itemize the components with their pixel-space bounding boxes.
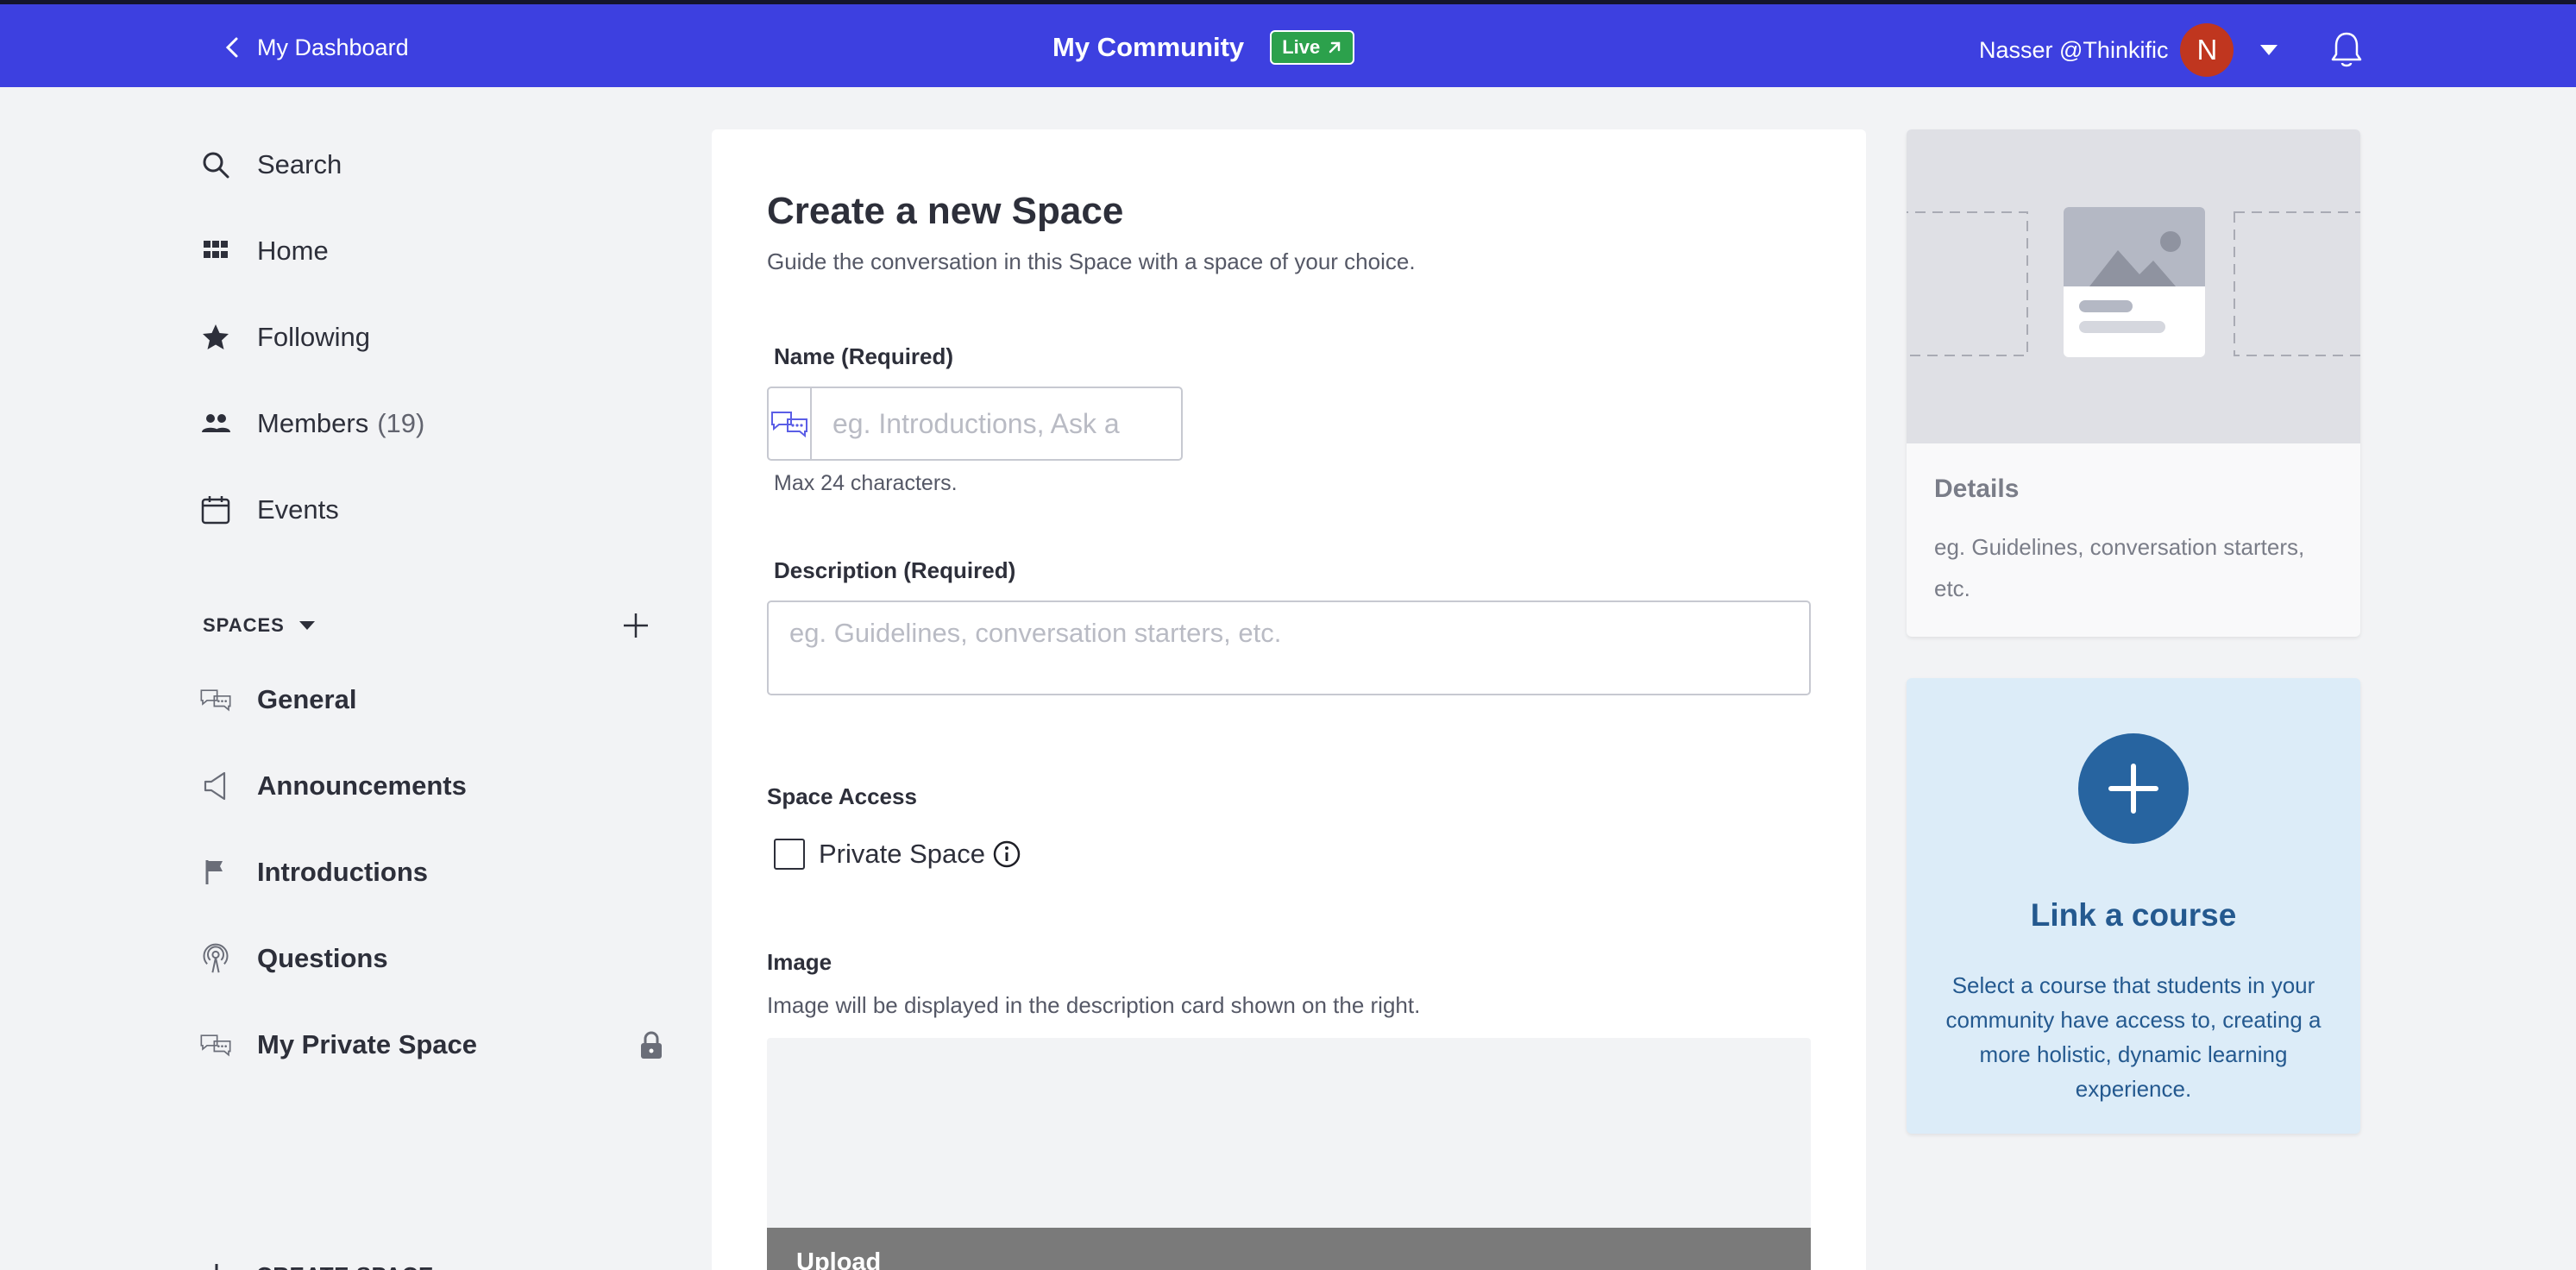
community-header: My Community Live xyxy=(1052,30,1355,65)
plus-icon xyxy=(215,1264,218,1270)
chat-bubbles-icon xyxy=(200,689,231,712)
grid-icon xyxy=(204,241,228,258)
page-title: Create a new Space xyxy=(767,190,1124,232)
sidebar-item-announcements[interactable]: Announcements xyxy=(198,764,664,808)
spaces-label: SPACES xyxy=(203,614,285,636)
chat-bubbles-icon xyxy=(200,1034,231,1057)
back-label: My Dashboard xyxy=(257,34,409,60)
page-subtitle: Guide the conversation in this Space wit… xyxy=(767,248,1416,274)
members-count: (19) xyxy=(377,408,425,438)
link-course-button[interactable] xyxy=(2078,733,2189,844)
community-title: My Community xyxy=(1052,32,1245,62)
sidebar-item-my-private-space[interactable]: My Private Space xyxy=(198,1023,664,1066)
description-input[interactable] xyxy=(767,600,1811,695)
flag-icon xyxy=(205,860,223,884)
sidebar-item-label: Search xyxy=(257,149,342,179)
preview-title: Details xyxy=(1934,475,2020,503)
live-badge[interactable]: Live xyxy=(1270,30,1355,65)
avatar[interactable]: N xyxy=(2180,23,2234,77)
sidebar-item-label: My Private Space xyxy=(257,1029,478,1059)
user-menu[interactable]: Nasser @Thinkific N xyxy=(1979,23,2363,77)
image-upload-area[interactable]: Upload xyxy=(767,1038,1811,1270)
description-label: Description (Required) xyxy=(774,557,1016,583)
image-label: Image xyxy=(767,949,832,975)
sidebar-item-questions[interactable]: Questions xyxy=(198,937,664,980)
external-arrow-icon xyxy=(1329,41,1341,53)
info-icon[interactable] xyxy=(992,839,1021,869)
top-bar: My Dashboard My Community Live Nasser @T… xyxy=(0,0,2576,87)
bell-icon[interactable] xyxy=(2330,30,2363,70)
broadcast-icon xyxy=(203,943,229,973)
space-access-label: Space Access xyxy=(767,783,917,809)
sidebar-item-label: Home xyxy=(257,236,329,266)
create-space-label: CREATE SPACE xyxy=(256,1262,434,1270)
upload-button[interactable]: Upload xyxy=(767,1228,1811,1270)
sidebar-item-label: Introductions xyxy=(257,857,429,887)
lock-icon xyxy=(641,1031,662,1059)
user-name: Nasser @Thinkific xyxy=(1979,36,2169,63)
preview-image-placeholder xyxy=(1907,129,2360,443)
live-label: Live xyxy=(1282,36,1321,58)
link-course-description: Select a course that students in your co… xyxy=(1945,972,2322,1102)
sidebar-item-following[interactable]: Following xyxy=(198,316,664,359)
name-label: Name (Required) xyxy=(774,343,954,369)
link-course-title: Link a course xyxy=(2030,897,2237,933)
search-icon xyxy=(203,152,229,179)
space-name-input[interactable] xyxy=(812,388,1216,459)
caret-down-icon[interactable] xyxy=(2259,44,2278,56)
people-icon xyxy=(202,414,230,432)
sidebar-item-members[interactable]: Members (19) xyxy=(198,402,664,445)
space-icon-picker[interactable] xyxy=(769,388,812,459)
plus-icon xyxy=(2108,764,2158,814)
name-hint: Max 24 characters. xyxy=(774,471,958,495)
sidebar-item-general[interactable]: General xyxy=(198,678,664,721)
calendar-icon xyxy=(201,496,230,525)
add-space-icon[interactable] xyxy=(620,610,651,641)
megaphone-icon xyxy=(204,771,226,801)
sidebar-item-label: General xyxy=(257,684,357,714)
private-space-label: Private Space xyxy=(819,839,985,869)
chevron-left-icon xyxy=(225,37,238,58)
link-course-card[interactable]: Link a course Select a course that stude… xyxy=(1907,678,2360,1134)
back-to-dashboard-link[interactable]: My Dashboard xyxy=(223,30,409,65)
sidebar-item-label: Following xyxy=(257,322,370,352)
chat-bubbles-icon xyxy=(771,412,807,438)
space-preview-card: Details eg. Guidelines, conversation sta… xyxy=(1907,129,2360,637)
sidebar-item-search[interactable]: Search xyxy=(198,143,664,186)
image-placeholder-icon xyxy=(1907,207,2360,357)
caret-down-icon[interactable] xyxy=(298,620,316,631)
private-space-checkbox[interactable] xyxy=(774,839,805,870)
preview-description: eg. Guidelines, conversation starters, e… xyxy=(1934,534,2305,601)
create-space-button[interactable]: CREATE SPACE xyxy=(203,1258,434,1270)
image-subtitle: Image will be displayed in the descripti… xyxy=(767,992,1421,1018)
sidebar-item-introductions[interactable]: Introductions xyxy=(198,851,664,894)
sidebar-item-events[interactable]: Events xyxy=(198,488,664,531)
star-icon xyxy=(203,324,229,349)
sidebar-item-label: Members xyxy=(257,408,369,438)
sidebar-item-home[interactable]: Home xyxy=(198,229,664,273)
sidebar-item-label: Announcements xyxy=(257,770,467,801)
private-space-option: Private Space xyxy=(774,835,1021,873)
spaces-header: SPACES xyxy=(203,608,651,643)
sidebar-item-label: Questions xyxy=(257,943,388,973)
create-space-form: Create a new Space Guide the conversatio… xyxy=(712,129,1866,1270)
name-field-group xyxy=(767,387,1216,461)
sidebar-item-label: Events xyxy=(257,494,339,525)
